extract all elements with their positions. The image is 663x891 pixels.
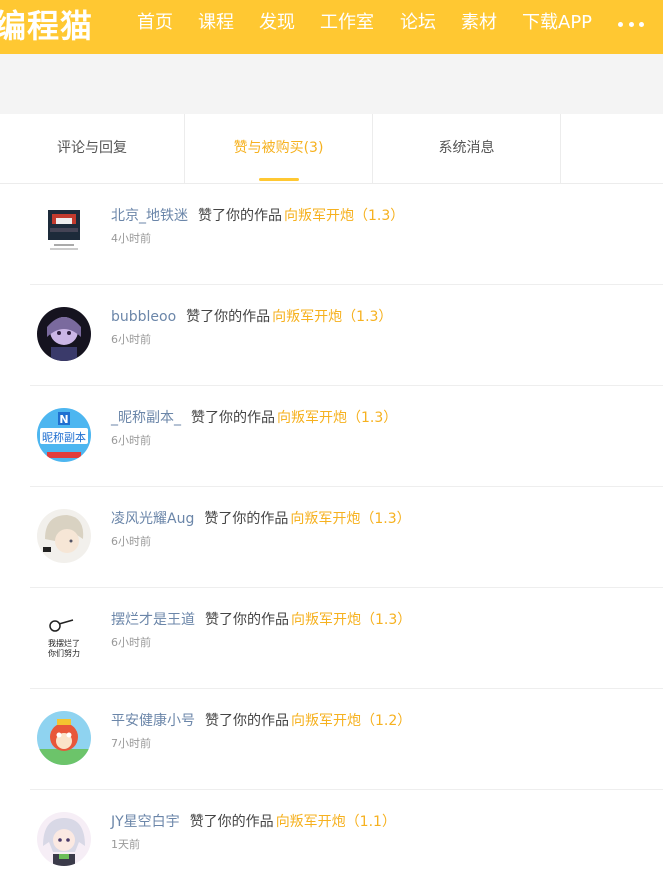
svg-text:N: N [59,413,68,426]
timestamp: 6小时前 [111,333,151,346]
nav-forum[interactable]: 论坛 [400,11,436,35]
notification-text: JY星空白宇 赞了你的作品 向叛军开炮（1.1） [111,812,396,832]
nav-discover[interactable]: 发现 [259,11,295,35]
timestamp: 1天前 [111,838,140,851]
avatar[interactable] [37,509,91,563]
username-link[interactable]: _昵称副本_ [111,410,181,426]
work-link[interactable]: 向叛军开炮（1.2） [291,713,411,729]
timestamp: 4小时前 [111,232,151,245]
notification-text: bubbleoo 赞了你的作品 向叛军开炮（1.3） [111,307,392,327]
avatar[interactable] [37,307,91,361]
notification-text: 摆烂才是王道 赞了你的作品 向叛军开炮（1.3） [111,610,411,630]
top-nav-bar: 编程猫 首页 课程 发现 工作室 论坛 素材 下载APP [0,0,663,54]
username-link[interactable]: 凌风光耀Aug [111,511,194,527]
avatar[interactable] [37,711,91,765]
avatar[interactable] [37,812,91,866]
work-link[interactable]: 向叛军开炮（1.3） [284,208,404,224]
notification-text: 平安健康小号 赞了你的作品 向叛军开炮（1.2） [111,711,411,731]
message-tabs: 评论与回复 赞与被购买(3) 系统消息 [0,114,663,184]
notification-text: _昵称副本_ 赞了你的作品 向叛军开炮（1.3） [111,408,397,428]
notification-text: 北京_地铁迷 赞了你的作品 向叛军开炮（1.3） [111,206,404,226]
list-item: N 昵称副本 _昵称副本_ 赞了你的作品 向叛军开炮（1.3） 6小时前 [0,386,663,487]
svg-text:昵称副本: 昵称副本 [42,430,86,444]
work-link[interactable]: 向叛军开炮（1.3） [277,410,397,426]
avatar[interactable]: N 昵称副本 [37,408,91,462]
svg-text:我摆烂了: 我摆烂了 [48,638,80,648]
main-nav: 首页 课程 发现 工作室 论坛 素材 下载APP [0,0,663,54]
action-text: 赞了你的作品 [205,713,289,729]
list-item: JY星空白宇 赞了你的作品 向叛军开炮（1.1） 1天前 [0,790,663,891]
timestamp: 6小时前 [111,535,151,548]
action-text: 赞了你的作品 [189,814,274,830]
svg-text:你们努力: 你们努力 [48,648,80,658]
tab-likes-purchases[interactable]: 赞与被购买(3) [185,114,373,183]
nav-download-app[interactable]: 下载APP [522,11,592,35]
list-item: bubbleoo 赞了你的作品 向叛军开炮（1.3） 6小时前 [0,285,663,386]
timestamp: 6小时前 [111,636,151,649]
list-item: 我摆烂了 你们努力 摆烂才是王道 赞了你的作品 向叛军开炮（1.3） 6小时前 [0,588,663,689]
tab-system-messages[interactable]: 系统消息 [373,114,561,183]
tab-comments-replies[interactable]: 评论与回复 [0,114,185,183]
list-item: 凌风光耀Aug 赞了你的作品 向叛军开炮（1.3） 6小时前 [0,487,663,588]
action-text: 赞了你的作品 [198,208,282,224]
work-link[interactable]: 向叛军开炮（1.3） [290,511,410,527]
avatar[interactable] [44,208,84,254]
timestamp: 6小时前 [111,434,151,447]
list-item: 平安健康小号 赞了你的作品 向叛军开炮（1.2） 7小时前 [0,689,663,790]
notification-text: 凌风光耀Aug 赞了你的作品 向叛军开炮（1.3） [111,509,411,529]
nav-courses[interactable]: 课程 [198,11,234,35]
nav-home[interactable]: 首页 [137,11,173,35]
username-link[interactable]: JY星空白宇 [111,814,180,830]
username-link[interactable]: 平安健康小号 [111,713,195,729]
more-dots-icon[interactable] [618,20,644,28]
nav-studio[interactable]: 工作室 [320,11,374,35]
work-link[interactable]: 向叛军开炮（1.1） [276,814,396,830]
action-text: 赞了你的作品 [204,511,289,527]
work-link[interactable]: 向叛军开炮（1.3） [291,612,411,628]
active-tab-indicator [259,178,299,181]
banner-spacer [0,54,663,114]
timestamp: 7小时前 [111,737,151,750]
list-item: 北京_地铁迷 赞了你的作品 向叛军开炮（1.3） 4小时前 [0,184,663,285]
avatar[interactable]: 我摆烂了 你们努力 [37,610,91,664]
username-link[interactable]: bubbleoo [111,309,176,325]
work-link[interactable]: 向叛军开炮（1.3） [272,309,392,325]
nav-materials[interactable]: 素材 [461,11,497,35]
action-text: 赞了你的作品 [191,410,275,426]
username-link[interactable]: 摆烂才是王道 [111,612,195,628]
username-link[interactable]: 北京_地铁迷 [111,208,188,224]
action-text: 赞了你的作品 [186,309,271,325]
action-text: 赞了你的作品 [205,612,289,628]
